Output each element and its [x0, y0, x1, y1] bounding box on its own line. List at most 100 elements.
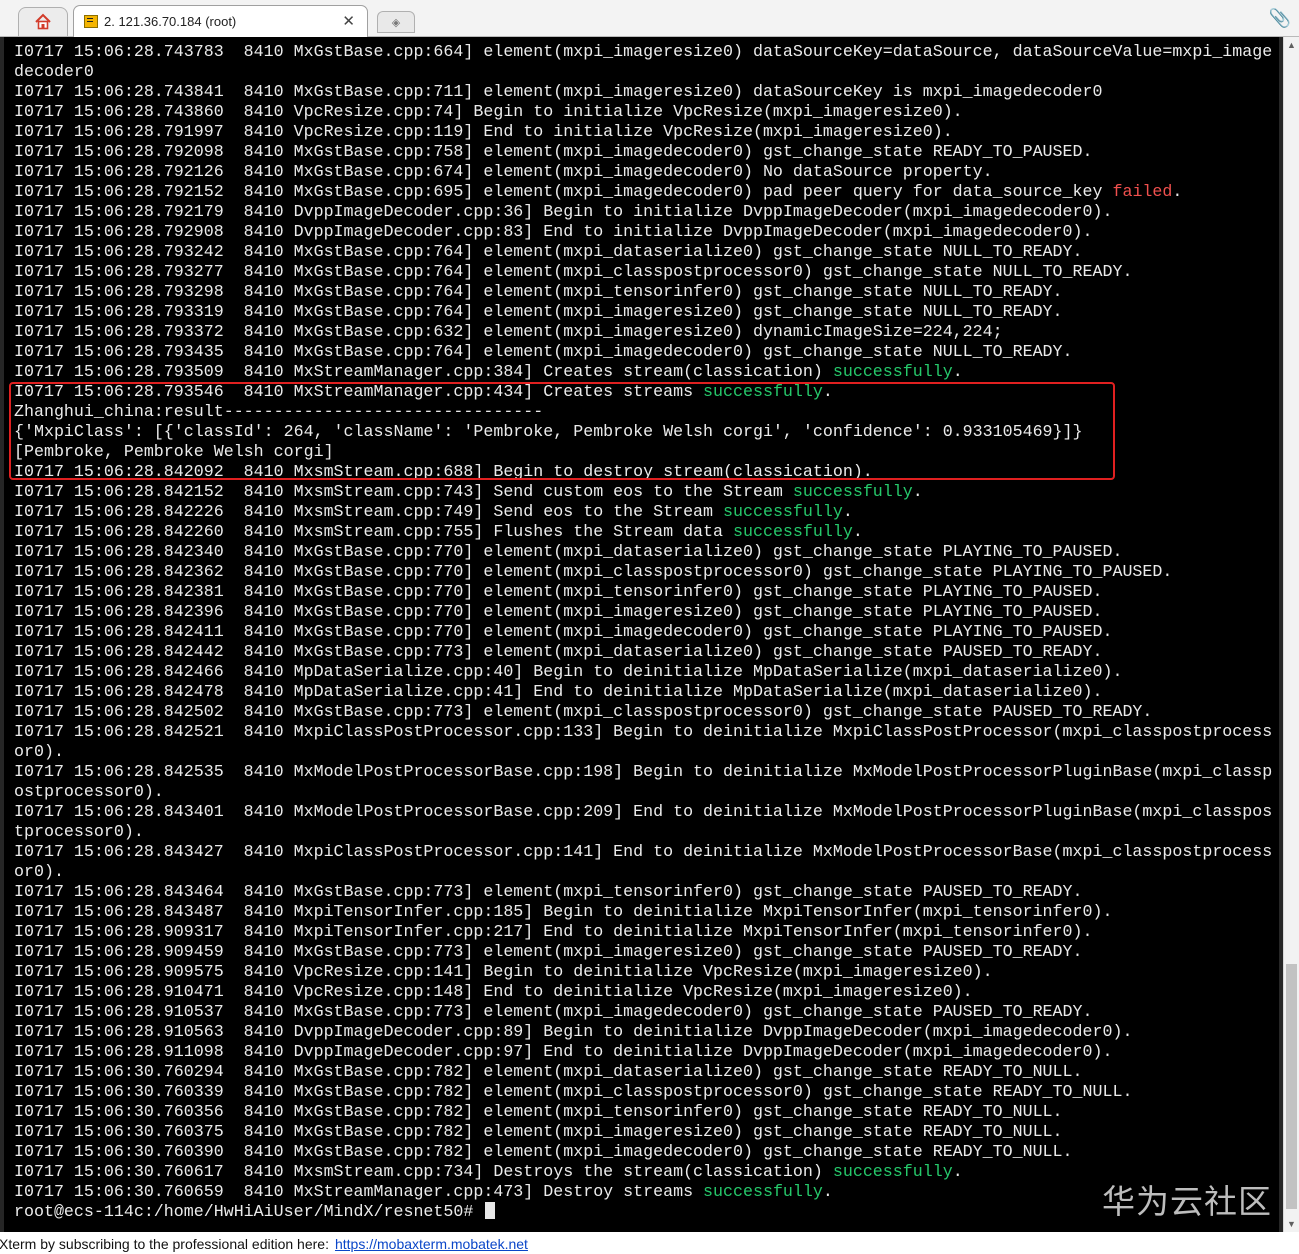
log-text: I0717 15:06:28.793435 8410 MxGstBase.cpp… — [14, 342, 1073, 361]
terminal-line: I0717 15:06:28.792908 8410 DvppImageDeco… — [14, 222, 1272, 242]
terminal-line: I0717 15:06:28.909317 8410 MxpiTensorInf… — [14, 922, 1272, 942]
log-text: I0717 15:06:30.760617 8410 MxsmStream.cp… — [14, 1162, 833, 1181]
log-text: I0717 15:06:30.760375 8410 MxGstBase.cpp… — [14, 1122, 1063, 1141]
session-tab[interactable]: 2. 121.36.70.184 (root) ✕ — [73, 5, 368, 37]
terminal-line: I0717 15:06:28.911098 8410 DvppImageDeco… — [14, 1042, 1272, 1062]
text-cursor — [485, 1202, 496, 1219]
terminal-line: I0717 15:06:28.842478 8410 MpDataSeriali… — [14, 682, 1272, 702]
close-tab-icon[interactable]: ✕ — [342, 12, 355, 30]
terminal-line: I0717 15:06:28.842226 8410 MxsmStream.cp… — [14, 502, 1272, 522]
log-text: I0717 15:06:28.910471 8410 VpcResize.cpp… — [14, 982, 973, 1001]
log-text: I0717 15:06:28.843487 8410 MxpiTensorInf… — [14, 902, 1113, 921]
shell-prompt: root@ecs-114c:/home/HwHiAiUser/MindX/res… — [14, 1202, 484, 1221]
log-text: I0717 15:06:28.743841 8410 MxGstBase.cpp… — [14, 82, 1103, 101]
terminal-line: I0717 15:06:30.760659 8410 MxStreamManag… — [14, 1182, 1272, 1202]
terminal-line: I0717 15:06:28.793277 8410 MxGstBase.cpp… — [14, 262, 1272, 282]
terminal-line: I0717 15:06:28.791997 8410 VpcResize.cpp… — [14, 122, 1272, 142]
tab-bar: 2. 121.36.70.184 (root) ✕ ◈ 📎 — [0, 0, 1299, 37]
terminal-line: I0717 15:06:28.910537 8410 MxGstBase.cpp… — [14, 1002, 1272, 1022]
terminal-lines: I0717 15:06:28.743783 8410 MxGstBase.cpp… — [14, 42, 1272, 1222]
log-text: I0717 15:06:28.792152 8410 MxGstBase.cpp… — [14, 182, 1113, 201]
terminal-line: I0717 15:06:28.910471 8410 VpcResize.cpp… — [14, 982, 1272, 1002]
terminal-line: I0717 15:06:28.793435 8410 MxGstBase.cpp… — [14, 342, 1272, 362]
log-text: I0717 15:06:28.793298 8410 MxGstBase.cpp… — [14, 282, 1063, 301]
terminal-line: I0717 15:06:28.842535 8410 MxModelPostPr… — [14, 762, 1272, 782]
terminal-line: I0717 15:06:28.793372 8410 MxGstBase.cpp… — [14, 322, 1272, 342]
log-text: I0717 15:06:28.842381 8410 MxGstBase.cpp… — [14, 582, 1103, 601]
log-text: . — [852, 522, 863, 541]
vertical-scrollbar[interactable]: ▲ ▼ — [1283, 37, 1299, 1232]
terminal-line: I0717 15:06:28.910563 8410 DvppImageDeco… — [14, 1022, 1272, 1042]
terminal-line: I0717 15:06:28.842502 8410 MxGstBase.cpp… — [14, 702, 1272, 722]
result-highlight-box — [9, 382, 1115, 480]
scroll-up-icon[interactable]: ▲ — [1287, 40, 1296, 50]
terminal-line: I0717 15:06:28.843401 8410 MxModelPostPr… — [14, 802, 1272, 822]
log-text: I0717 15:06:28.792908 8410 DvppImageDeco… — [14, 222, 1093, 241]
terminal-line: I0717 15:06:28.793509 8410 MxStreamManag… — [14, 362, 1272, 382]
terminal-line: I0717 15:06:28.843427 8410 MxpiClassPost… — [14, 842, 1272, 862]
log-text: I0717 15:06:28.793319 8410 MxGstBase.cpp… — [14, 302, 1063, 321]
log-text: I0717 15:06:28.910537 8410 MxGstBase.cpp… — [14, 1002, 1093, 1021]
log-text: I0717 15:06:28.843427 8410 MxpiClassPost… — [14, 842, 1273, 861]
scroll-down-icon[interactable]: ▼ — [1287, 1219, 1296, 1229]
failed-text: failed — [1112, 182, 1173, 201]
terminal-line: I0717 15:06:28.743783 8410 MxGstBase.cpp… — [14, 42, 1272, 62]
terminal-line: I0717 15:06:30.760356 8410 MxGstBase.cpp… — [14, 1102, 1272, 1122]
status-bar: Xterm by subscribing to the professional… — [0, 1232, 1299, 1252]
terminal-line: I0717 15:06:28.842442 8410 MxGstBase.cpp… — [14, 642, 1272, 662]
terminal-output[interactable]: I0717 15:06:28.743783 8410 MxGstBase.cpp… — [0, 37, 1283, 1232]
terminal-line: I0717 15:06:30.760294 8410 MxGstBase.cpp… — [14, 1062, 1272, 1082]
log-text: . — [912, 482, 923, 501]
terminal-line: I0717 15:06:28.792152 8410 MxGstBase.cpp… — [14, 182, 1272, 202]
shell-prompt-line[interactable]: root@ecs-114c:/home/HwHiAiUser/MindX/res… — [14, 1202, 1272, 1222]
log-text: . — [1172, 182, 1183, 201]
terminal-line: or0). — [14, 862, 1272, 882]
log-text: I0717 15:06:28.743783 8410 MxGstBase.cpp… — [14, 42, 1273, 61]
success-text: successfully — [792, 482, 913, 501]
log-text: I0717 15:06:28.842226 8410 MxsmStream.cp… — [14, 502, 724, 521]
terminal-line: I0717 15:06:28.842362 8410 MxGstBase.cpp… — [14, 562, 1272, 582]
log-text: I0717 15:06:28.793277 8410 MxGstBase.cpp… — [14, 262, 1133, 281]
log-text: I0717 15:06:28.909459 8410 MxGstBase.cpp… — [14, 942, 1083, 961]
terminal-line: I0717 15:06:28.843487 8410 MxpiTensorInf… — [14, 902, 1272, 922]
terminal-line: I0717 15:06:28.792098 8410 MxGstBase.cpp… — [14, 142, 1272, 162]
terminal-line: I0717 15:06:30.760390 8410 MxGstBase.cpp… — [14, 1142, 1272, 1162]
log-text: I0717 15:06:28.842340 8410 MxGstBase.cpp… — [14, 542, 1123, 561]
log-text: or0). — [14, 742, 64, 761]
log-text: I0717 15:06:28.791997 8410 VpcResize.cpp… — [14, 122, 953, 141]
terminal-line: I0717 15:06:28.842152 8410 MxsmStream.cp… — [14, 482, 1272, 502]
log-text: I0717 15:06:28.842396 8410 MxGstBase.cpp… — [14, 602, 1103, 621]
log-text: I0717 15:06:28.792098 8410 MxGstBase.cpp… — [14, 142, 1093, 161]
session-title: 2. 121.36.70.184 (root) — [104, 14, 237, 29]
log-text: . — [952, 1162, 963, 1181]
pro-edition-link[interactable]: https://mobaxterm.mobatek.net — [335, 1236, 528, 1252]
log-text: tprocessor0). — [14, 822, 144, 841]
terminal-line: I0717 15:06:28.909575 8410 VpcResize.cpp… — [14, 962, 1272, 982]
log-text: I0717 15:06:28.793242 8410 MxGstBase.cpp… — [14, 242, 1083, 261]
log-text: I0717 15:06:28.842411 8410 MxGstBase.cpp… — [14, 622, 1113, 641]
log-text: I0717 15:06:28.842152 8410 MxsmStream.cp… — [14, 482, 793, 501]
log-text: . — [952, 362, 963, 381]
paperclip-icon[interactable]: 📎 — [1269, 8, 1291, 29]
log-text: I0717 15:06:28.909575 8410 VpcResize.cpp… — [14, 962, 993, 981]
terminal-line: I0717 15:06:30.760617 8410 MxsmStream.cp… — [14, 1162, 1272, 1182]
log-text: or0). — [14, 862, 64, 881]
log-text: I0717 15:06:28.842466 8410 MpDataSeriali… — [14, 662, 1123, 681]
terminal-line: ostprocessor0). — [14, 782, 1272, 802]
new-tab-icon: ◈ — [391, 16, 401, 29]
terminal-line: I0717 15:06:28.842381 8410 MxGstBase.cpp… — [14, 582, 1272, 602]
terminal-line: I0717 15:06:28.792126 8410 MxGstBase.cpp… — [14, 162, 1272, 182]
terminal-line: I0717 15:06:28.842340 8410 MxGstBase.cpp… — [14, 542, 1272, 562]
log-text: I0717 15:06:28.743860 8410 VpcResize.cpp… — [14, 102, 963, 121]
terminal-line: I0717 15:06:28.842396 8410 MxGstBase.cpp… — [14, 602, 1272, 622]
terminal-line: I0717 15:06:28.909459 8410 MxGstBase.cpp… — [14, 942, 1272, 962]
home-tab[interactable] — [18, 7, 68, 36]
new-tab-button[interactable]: ◈ — [377, 11, 415, 33]
status-message: Xterm by subscribing to the professional… — [0, 1236, 329, 1252]
log-text: I0717 15:06:28.909317 8410 MxpiTensorInf… — [14, 922, 1093, 941]
success-text: successfully — [832, 362, 953, 381]
scrollbar-thumb[interactable] — [1286, 964, 1297, 1209]
success-text: successfully — [733, 522, 853, 541]
log-text: I0717 15:06:28.842521 8410 MxpiClassPost… — [14, 722, 1273, 741]
log-text: I0717 15:06:28.842442 8410 MxGstBase.cpp… — [14, 642, 1103, 661]
